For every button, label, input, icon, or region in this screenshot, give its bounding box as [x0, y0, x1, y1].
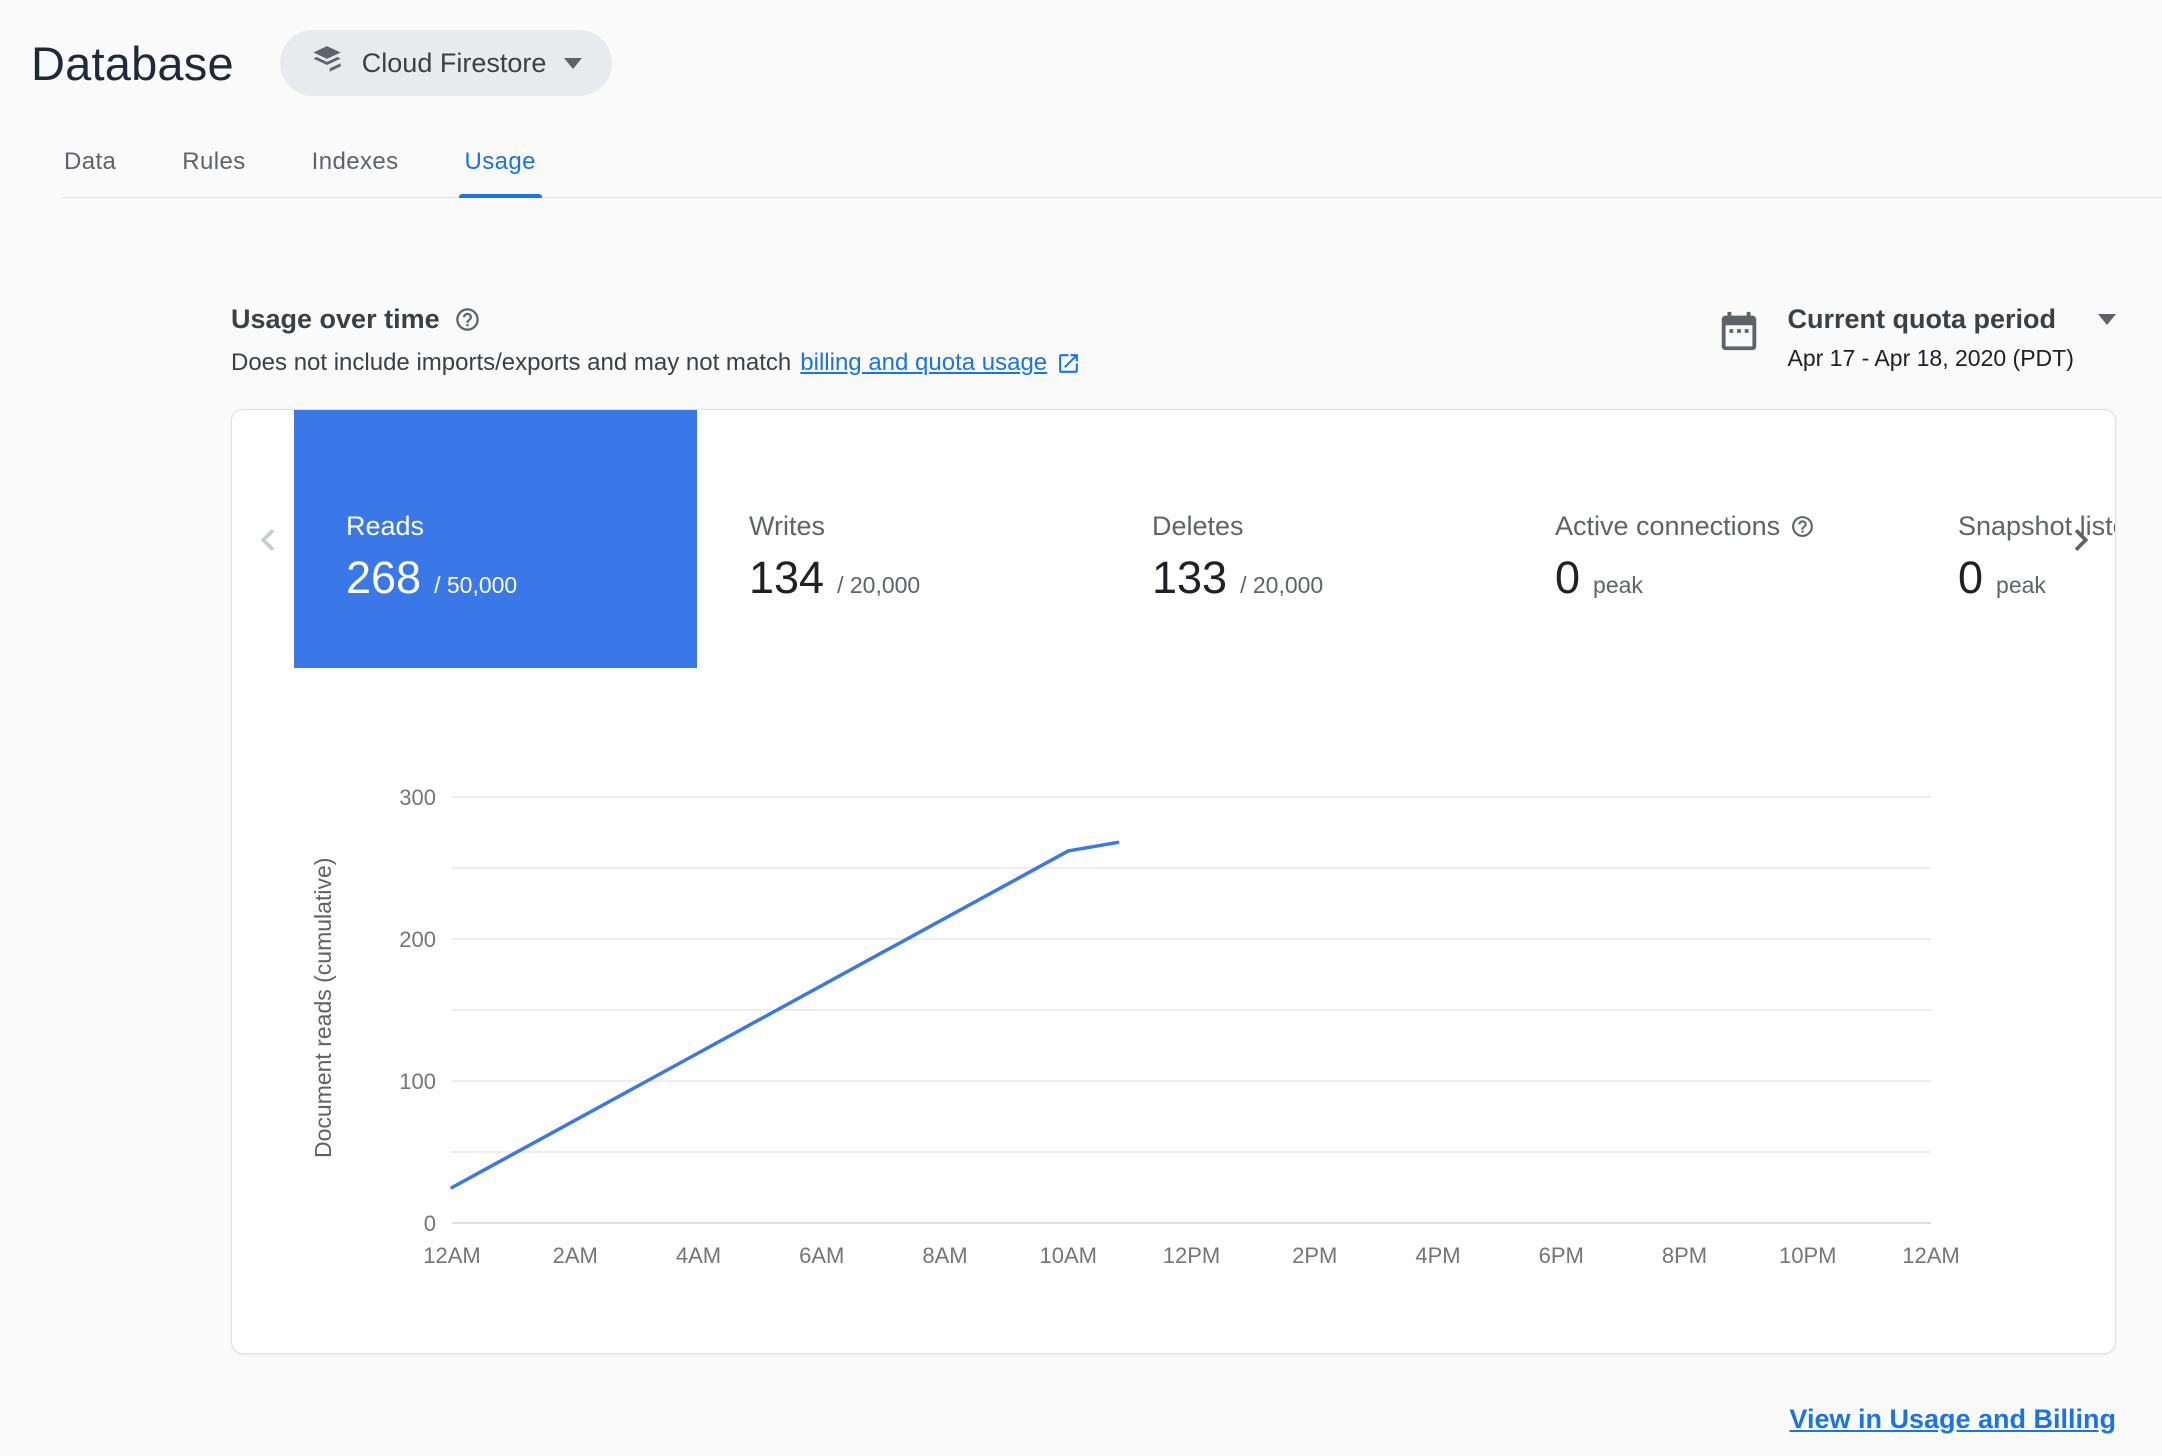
svg-text:0: 0 [424, 1211, 436, 1236]
metric-limit: / 50,000 [434, 571, 518, 598]
metric-value: 0 [1555, 551, 1581, 603]
title-row: Database Cloud Firestore [31, 30, 2162, 96]
tab-data[interactable]: Data [62, 148, 118, 197]
period-label: Current quota period [1787, 304, 2057, 334]
chevron-left-icon [246, 518, 290, 562]
svg-text:12PM: 12PM [1163, 1243, 1220, 1268]
firestore-icon [310, 43, 344, 84]
svg-text:12AM: 12AM [423, 1243, 480, 1268]
period-selector[interactable]: Current quota period Apr 17 - Apr 18, 20… [1716, 304, 2116, 372]
svg-text:12AM: 12AM [1902, 1243, 1959, 1268]
tab-usage[interactable]: Usage [458, 148, 543, 198]
carousel-prev-button[interactable] [246, 518, 290, 562]
svg-text:6AM: 6AM [799, 1243, 844, 1268]
metric-tab-active-connections[interactable]: Active connections 0 peak [1503, 410, 1906, 668]
metric-value: 0 [1958, 551, 1984, 603]
metric-label: Deletes [1152, 510, 1244, 541]
svg-text:4PM: 4PM [1415, 1243, 1460, 1268]
metric-tab-deletes[interactable]: Deletes 133 / 20,000 [1100, 410, 1503, 668]
metric-value: 134 [749, 551, 825, 603]
firestore-usage-page: Database Cloud Firestore Data Rules Inde… [0, 0, 2162, 1435]
product-selector-label: Cloud Firestore [361, 47, 547, 78]
svg-text:8AM: 8AM [922, 1243, 967, 1268]
period-selector-text: Current quota period Apr 17 - Apr 18, 20… [1787, 304, 2116, 372]
footer-row: View in Usage and Billing [231, 1404, 2116, 1435]
metric-limit: / 20,000 [1240, 571, 1324, 598]
main-content: Usage over time Does not include imports… [0, 304, 2162, 1435]
reads-line-chart: 0 100 200 300 12AM 2AM 4AM 6AM 8AM 10AM 12PM 2PM 4PM… [399, 785, 1959, 1268]
metric-limit: peak [1593, 571, 1643, 598]
tab-rules[interactable]: Rules [180, 148, 247, 197]
help-icon [1790, 514, 1815, 539]
metric-tab-reads[interactable]: Reads 268 / 50,000 [294, 410, 697, 668]
tab-indexes[interactable]: Indexes [310, 148, 401, 197]
page-title: Database [31, 36, 234, 90]
page-header: Database Cloud Firestore Data Rules Inde… [0, 0, 2162, 198]
external-link-icon[interactable] [1056, 351, 1081, 376]
metric-value: 133 [1152, 551, 1228, 603]
svg-text:6PM: 6PM [1539, 1243, 1584, 1268]
chevron-right-icon [2059, 518, 2103, 562]
chevron-down-icon [2098, 314, 2116, 325]
metric-limit: / 20,000 [837, 571, 921, 598]
usage-header-left: Usage over time Does not include imports… [231, 304, 1081, 377]
metric-label: Active connections [1555, 510, 1781, 541]
svg-text:2PM: 2PM [1292, 1243, 1337, 1268]
chevron-down-icon [564, 57, 583, 69]
tab-bar: Data Rules Indexes Usage [62, 148, 2162, 198]
svg-text:10PM: 10PM [1779, 1243, 1836, 1268]
svg-text:300: 300 [399, 785, 436, 810]
billing-quota-usage-link[interactable]: billing and quota usage [800, 349, 1047, 377]
svg-text:10AM: 10AM [1040, 1243, 1097, 1268]
usage-over-time-title: Usage over time [231, 304, 440, 334]
usage-description: Does not include imports/exports and may… [231, 349, 1081, 377]
period-range: Apr 17 - Apr 18, 2020 (PDT) [1787, 345, 2074, 371]
svg-text:200: 200 [399, 927, 436, 952]
carousel-next-button[interactable] [2059, 518, 2103, 562]
metrics-row: Reads 268 / 50,000 Writes 134 / 20,000 D… [294, 410, 2115, 668]
metric-value: 268 [346, 551, 422, 603]
metric-label: Reads [346, 510, 425, 541]
view-usage-billing-link[interactable]: View in Usage and Billing [1789, 1404, 2116, 1434]
usage-chart: 0 100 200 300 12AM 2AM 4AM 6AM 8AM 10AM 12PM 2PM 4PM… [382, 785, 2042, 1285]
usage-description-text: Does not include imports/exports and may… [231, 349, 792, 376]
product-selector[interactable]: Cloud Firestore [279, 30, 613, 96]
help-icon[interactable] [454, 306, 481, 333]
metric-tab-writes[interactable]: Writes 134 / 20,000 [697, 410, 1100, 668]
svg-text:4AM: 4AM [676, 1243, 721, 1268]
svg-text:2AM: 2AM [553, 1243, 598, 1268]
usage-header: Usage over time Does not include imports… [231, 304, 2116, 377]
metric-label: Writes [749, 510, 826, 541]
svg-text:8PM: 8PM [1662, 1243, 1707, 1268]
svg-text:100: 100 [399, 1069, 436, 1094]
calendar-icon [1716, 304, 1762, 354]
usage-card: Reads 268 / 50,000 Writes 134 / 20,000 D… [231, 409, 2116, 1354]
metric-limit: peak [1996, 571, 2046, 598]
y-axis-label: Document reads (cumulative) [310, 857, 336, 1159]
